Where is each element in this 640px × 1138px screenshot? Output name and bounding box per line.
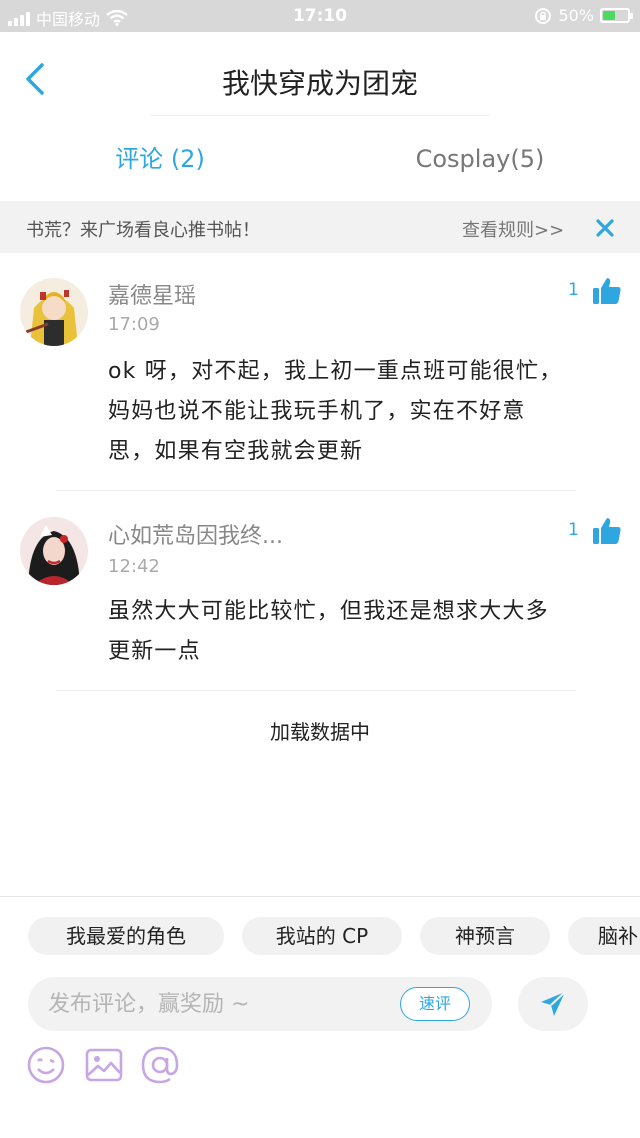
avatar[interactable] xyxy=(20,278,88,346)
comment-line: 更新一点 xyxy=(108,639,201,664)
notice-text: 书荒？来广场看良心推书帖！ xyxy=(26,220,260,241)
tag-chip[interactable]: 我站的 CP xyxy=(242,917,402,955)
tab-cosplay[interactable]: Cosplay(5) xyxy=(320,118,640,200)
emoji-icon[interactable] xyxy=(26,1045,66,1085)
quick-tags: 我最爱的角色 我站的 CP 神预言 脑补 xyxy=(0,917,640,957)
battery-percent: 50% xyxy=(558,6,594,25)
page-title: 我快穿成为团宠 xyxy=(221,67,418,100)
comment-input-box: 速评 xyxy=(28,977,492,1031)
comment-line: ok 呀，对不起，我上初一重点班可能很忙， xyxy=(108,359,563,384)
comment-author[interactable]: 心如荒岛因我终... xyxy=(108,518,283,550)
loading-text: 加载数据中 xyxy=(270,720,370,744)
comment-time: 17:09 xyxy=(108,314,160,335)
nav-bar: 我快穿成为团宠 xyxy=(0,32,640,116)
close-icon[interactable] xyxy=(594,213,616,241)
comment-line: 虽然大大可能比较忙，但我还是想求大大多 xyxy=(108,599,549,624)
send-button[interactable] xyxy=(518,977,588,1031)
comment-input[interactable] xyxy=(48,977,388,1031)
mention-icon[interactable] xyxy=(140,1045,180,1085)
comment-text: 虽然大大可能比较忙，但我还是想求大大多 更新一点 xyxy=(108,592,608,672)
avatar[interactable] xyxy=(20,517,88,585)
orientation-lock-icon xyxy=(535,7,552,24)
like-count: 1 xyxy=(568,520,579,540)
comment-divider xyxy=(56,490,576,491)
thumbs-up-icon[interactable] xyxy=(592,516,622,546)
comment-text: ok 呀，对不起，我上初一重点班可能很忙， 妈妈也说不能让我玩手机了，实在不好意… xyxy=(108,352,608,472)
status-bar: 中国移动 17:10 50% xyxy=(0,0,640,32)
comment-time: 12:42 xyxy=(108,556,160,577)
like-count: 1 xyxy=(568,280,579,300)
status-right: 50% xyxy=(534,6,633,25)
image-icon[interactable] xyxy=(84,1045,124,1085)
tab-bar: 评论 (2) Cosplay(5) xyxy=(0,118,640,200)
tag-chip[interactable]: 我最爱的角色 xyxy=(28,917,224,955)
tab-comments[interactable]: 评论 (2) xyxy=(0,118,320,200)
notice-banner: 书荒？来广场看良心推书帖！ 查看规则>> xyxy=(0,201,640,253)
send-icon xyxy=(541,991,566,1016)
battery-icon xyxy=(600,8,633,23)
comment-line: 妈妈也说不能让我玩手机了，实在不好意 xyxy=(108,399,526,424)
quick-comment-button[interactable]: 速评 xyxy=(400,987,470,1021)
thumbs-up-icon[interactable] xyxy=(592,276,622,306)
comment-divider xyxy=(56,690,576,691)
comment-line: 思，如果有空我就会更新 xyxy=(108,439,364,464)
comment-author[interactable]: 嘉德星瑶 xyxy=(108,278,196,310)
tag-chip[interactable]: 神预言 xyxy=(420,917,550,955)
tag-chip[interactable]: 脑补 xyxy=(568,917,640,955)
nav-divider xyxy=(150,115,490,116)
comment-composer: 我最爱的角色 我站的 CP 神预言 脑补 速评 xyxy=(0,896,640,1138)
view-rules-link[interactable]: 查看规则>> xyxy=(462,216,564,242)
